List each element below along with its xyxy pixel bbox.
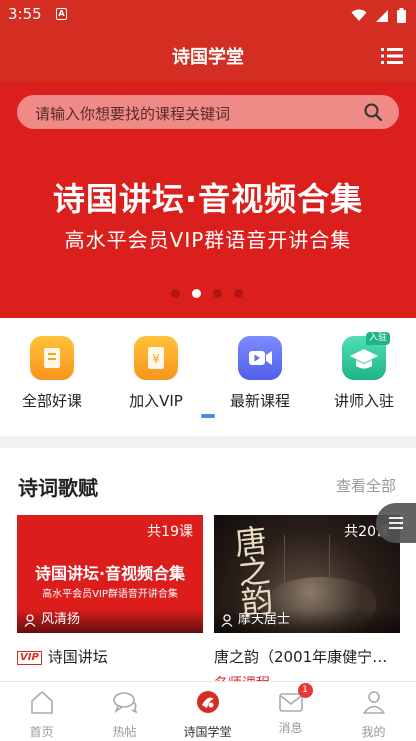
page-title: 诗国学堂 bbox=[172, 47, 244, 68]
quick-link-label: 讲师入驻 bbox=[333, 392, 394, 410]
course-author: 摩天居士 bbox=[214, 609, 400, 633]
quick-links: 全部好课 ¥ 加入VIP 最新课程 入驻 讲师入驻 bbox=[0, 318, 416, 436]
quick-link-lecturer-join[interactable]: 入驻 讲师入驻 bbox=[312, 332, 416, 411]
author-name: 风清扬 bbox=[41, 612, 81, 627]
notification-icon: A bbox=[56, 8, 67, 20]
section-title: 诗词歌赋 bbox=[18, 476, 98, 500]
carousel-dot-active[interactable] bbox=[192, 289, 201, 298]
hero-banner[interactable]: 请输入你想要找的课程关键词 诗国讲坛·音视频合集 高水平会员VIP群语音开讲合集 bbox=[0, 82, 416, 318]
quick-link-new-courses[interactable]: 最新课程 bbox=[208, 336, 312, 411]
app-bar: 诗国学堂 bbox=[0, 30, 416, 82]
quick-link-all-courses[interactable]: 全部好课 bbox=[0, 336, 104, 411]
person-icon bbox=[221, 614, 233, 627]
mail-icon: 1 bbox=[277, 683, 313, 716]
chat-bubbles-icon bbox=[112, 692, 137, 714]
course-book-icon bbox=[30, 336, 74, 380]
search-placeholder: 请输入你想要找的课程关键词 bbox=[35, 105, 231, 123]
page-indicator bbox=[201, 414, 215, 418]
tab-label: 我的 bbox=[361, 725, 386, 739]
course-title[interactable]: VIP 诗国讲坛 bbox=[17, 646, 203, 667]
person-icon bbox=[24, 614, 36, 627]
course-card[interactable]: 共19课 诗国讲坛·音视频合集 高水平会员VIP群语音开讲合集 风清扬 bbox=[17, 515, 203, 633]
section-header: 诗词歌赋 查看全部 bbox=[0, 448, 416, 514]
unread-badge: 1 bbox=[297, 683, 313, 698]
search-input[interactable]: 请输入你想要找的课程关键词 bbox=[17, 95, 399, 129]
signal-icon bbox=[376, 9, 388, 22]
list-menu-icon[interactable] bbox=[378, 42, 406, 70]
carousel-dot[interactable] bbox=[234, 289, 243, 298]
tab-label: 消息 bbox=[278, 721, 303, 735]
tab-home[interactable]: 首页 bbox=[0, 688, 83, 740]
poster-title: 诗国讲坛·音视频合集 bbox=[34, 564, 186, 583]
vip-badge: VIP bbox=[17, 651, 42, 665]
graduation-cap-icon: 入驻 bbox=[342, 332, 390, 380]
tab-label: 诗国学堂 bbox=[183, 725, 232, 739]
banner-title: 诗国讲坛·音视频合集 bbox=[52, 180, 364, 218]
tab-school[interactable]: 诗国学堂 bbox=[166, 688, 249, 740]
tab-hot-posts[interactable]: 热帖 bbox=[83, 688, 166, 740]
poster-subtitle: 高水平会员VIP群语音开讲合集 bbox=[42, 589, 178, 600]
lecturer-tag: 入驻 bbox=[365, 332, 390, 345]
tab-label: 热帖 bbox=[112, 725, 137, 739]
quick-link-label: 加入VIP bbox=[129, 392, 183, 410]
vip-card-icon: ¥ bbox=[134, 336, 178, 380]
svg-text:¥: ¥ bbox=[152, 352, 160, 366]
school-logo-icon bbox=[196, 691, 219, 713]
banner-subtitle: 高水平会员VIP群语音开讲合集 bbox=[64, 228, 352, 252]
video-play-icon bbox=[238, 336, 282, 380]
course-title-text: 诗国讲坛 bbox=[47, 648, 108, 666]
quick-link-label: 全部好课 bbox=[21, 392, 82, 410]
course-title[interactable]: 唐之韵（2001年康健宁主讲） bbox=[214, 646, 400, 667]
tab-label: 首页 bbox=[29, 725, 54, 739]
view-all-link[interactable]: 查看全部 bbox=[336, 475, 396, 496]
lesson-count: 共19课 bbox=[147, 524, 193, 540]
author-name: 摩天居士 bbox=[238, 612, 291, 627]
hamburger-icon bbox=[389, 517, 403, 529]
status-icons bbox=[351, 8, 406, 23]
wifi-icon bbox=[351, 9, 367, 21]
quick-link-label: 最新课程 bbox=[229, 392, 290, 410]
quick-link-join-vip[interactable]: ¥ 加入VIP bbox=[104, 336, 208, 411]
course-card[interactable]: 唐之韵 共20课 摩天居士 bbox=[214, 515, 400, 633]
divider bbox=[0, 436, 416, 448]
search-icon[interactable] bbox=[363, 102, 383, 122]
carousel-dot[interactable] bbox=[171, 289, 180, 298]
person-icon bbox=[362, 691, 385, 714]
status-bar: 3:55 A bbox=[0, 0, 416, 30]
tab-messages[interactable]: 1 消息 bbox=[249, 683, 332, 736]
poster-calligraphy: 唐之韵 bbox=[232, 521, 276, 623]
bottom-tab-bar: 首页 热帖 诗国学堂 1 消息 我的 bbox=[0, 681, 416, 741]
status-time: 3:55 bbox=[8, 5, 42, 23]
floating-menu-button[interactable] bbox=[376, 503, 416, 543]
carousel-dots[interactable] bbox=[171, 289, 243, 298]
home-icon bbox=[30, 691, 53, 714]
course-author: 风清扬 bbox=[17, 609, 203, 633]
carousel-dot[interactable] bbox=[213, 289, 222, 298]
battery-icon bbox=[397, 8, 406, 23]
tab-profile[interactable]: 我的 bbox=[332, 688, 415, 740]
